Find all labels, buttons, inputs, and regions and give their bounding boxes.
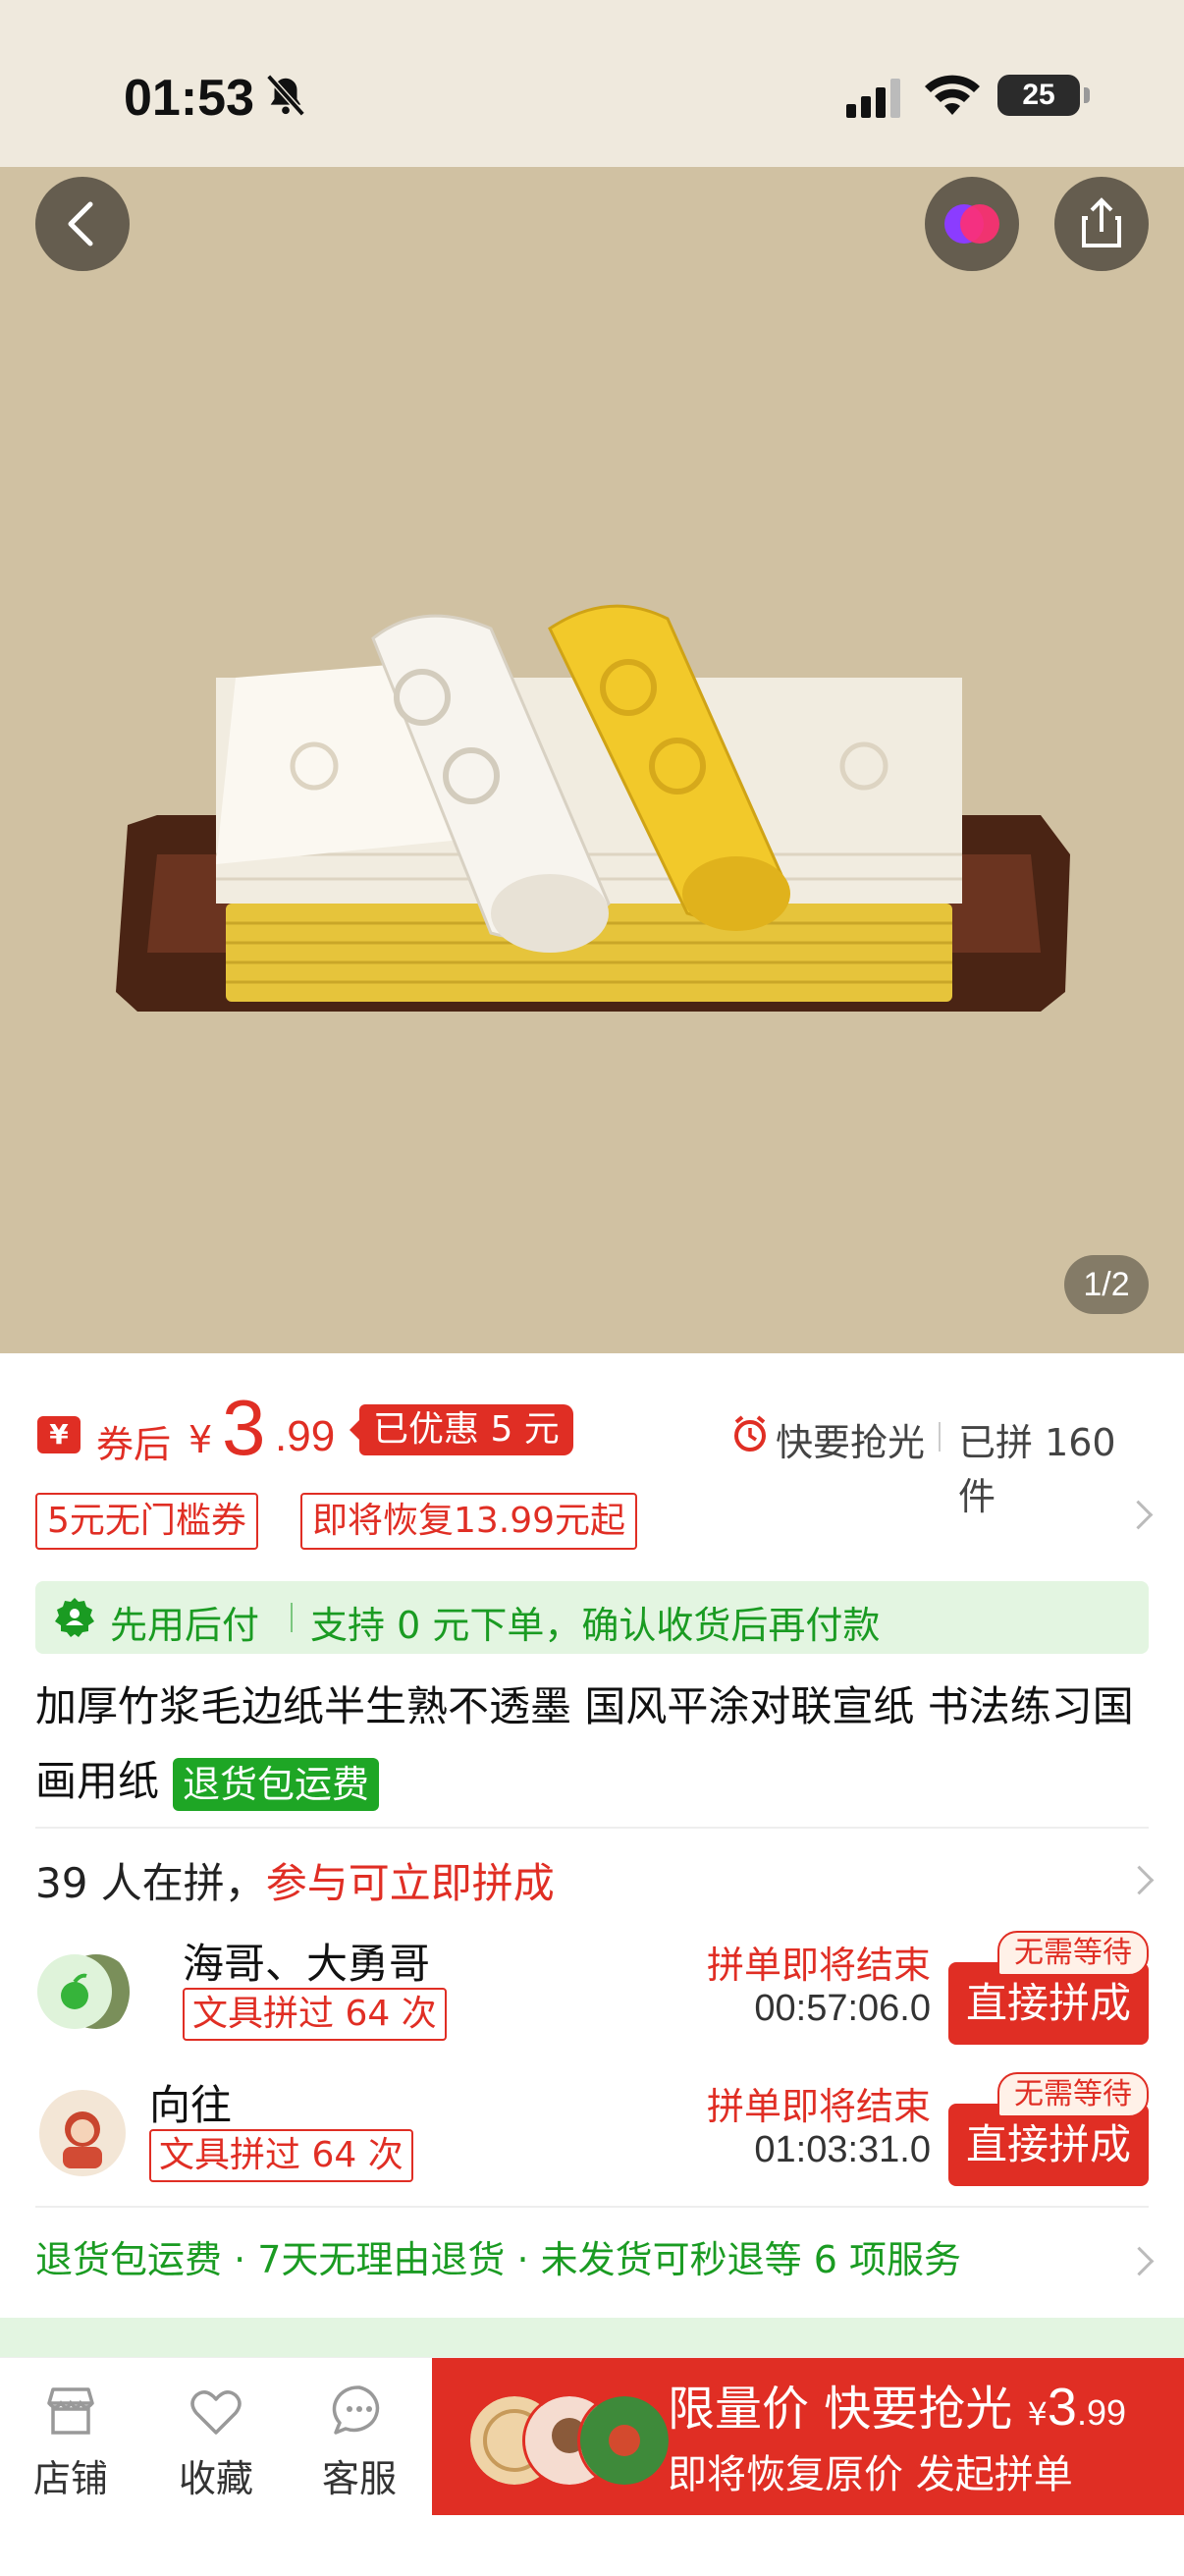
heart-icon [190,2390,242,2435]
avatar [39,2090,126,2176]
cellular-signal-icon [846,79,900,118]
customer-service-label: 客服 [321,2457,397,2500]
store-icon [47,2387,94,2435]
chat-bubble-icon [332,2385,380,2435]
avatar [577,2393,672,2488]
image-counter: 1/2 [1064,1255,1149,1314]
buy-price-integer: 3 [1047,2378,1077,2437]
group-history-tag: 文具拼过 64 次 [149,2129,413,2182]
divider [939,1422,941,1452]
no-wait-badge: 无需等待 [997,2072,1149,2117]
chevron-right-icon [1124,2246,1155,2276]
divider [35,1827,1149,1829]
store-tab[interactable]: 店铺 [12,2382,130,2502]
store-label: 店铺 [32,2457,108,2500]
pay-later-title: 先用后付 [110,1604,260,1647]
discount-badge: 已优惠 5 元 [350,1404,573,1455]
clock: 01:53 [124,70,254,127]
customer-service-tab[interactable]: 客服 [300,2382,418,2502]
battery-nub [1084,87,1090,103]
bottom-action-bar: 店铺 收藏 客服 限量价 快要抢光 ¥3.99 即将恢复原价 发起拼单 [0,2357,1184,2576]
status-bar: 01:53 25 [0,0,1184,167]
free-return-badge: 退货包运费 [173,1757,380,1811]
product-photo [116,604,1070,1012]
coupon-row[interactable]: 5元无门槛券 即将恢复13.99元起 [35,1493,1154,1552]
price-decimal: .99 [275,1412,336,1460]
pay-later-banner[interactable]: 先用后付 支持 0 元下单，确认收货后再付款 [35,1581,1149,1654]
start-group-label: 即将恢复原价 发起拼单 [668,2452,1073,2497]
buy-price-decimal: .99 [1076,2392,1126,2433]
no-wait-badge: 无需等待 [997,1931,1149,1976]
product-title: 加厚竹浆毛边纸半生熟不透墨 国风平涂对联宣纸 书法练习国画用纸 退货包运费 [35,1670,1155,1819]
promo-strip [0,2318,1184,2357]
group-row: 向往 文具拼过 64 次 拼单即将结束 01:03:31.0 直接拼成 无需等待 [35,2072,1149,2190]
group-history-tag: 文具拼过 64 次 [183,1988,447,2041]
bell-off-icon [266,74,305,117]
avatar [37,1954,130,2029]
group-ending-label: 拼单即将结束 [706,2085,931,2128]
chevron-right-icon [1123,1500,1154,1530]
hurry-text: 快要抢光 [776,1421,926,1464]
wifi-icon [925,75,980,115]
group-count: 39 人在拼， [35,1859,266,1907]
logo-icon [944,204,999,244]
group-member-names: 海哥、大勇哥 [183,1940,431,1988]
pay-later-text: 支持 0 元下单，确认收货后再付款 [310,1604,881,1647]
group-member-names: 向往 [149,2081,233,2129]
chevron-right-icon [1124,1865,1155,1895]
battery-level: 25 [1022,79,1055,111]
limited-price-buy-button[interactable]: 限量价 快要抢光 ¥3.99 即将恢复原价 发起拼单 [432,2358,1184,2515]
group-timer: 00:57:06.0 [754,1988,931,2029]
divider [35,2206,1149,2208]
divider [291,1603,293,1632]
limited-price-label: 限量价 快要抢光 ¥3.99 [668,2370,1126,2439]
price-currency: ¥ [188,1418,213,1461]
app-avatar-button[interactable] [925,177,1019,271]
share-button[interactable] [1054,177,1149,271]
service-guarantees[interactable]: 退货包运费 · 7天无理由退货 · 未发货可秒退等 6 项服务 [35,2229,961,2283]
chevron-left-icon [68,201,93,247]
group-ending-label: 拼单即将结束 [706,1944,931,1987]
restore-price-tag: 即将恢复13.99元起 [300,1493,638,1550]
battery-indicator: 25 [997,75,1090,116]
coupon-icon: ¥ [37,1416,81,1453]
group-timer: 01:03:31.0 [754,2129,931,2170]
price-integer: 3 [222,1384,266,1471]
price-row: ¥ 券后 ¥ 3 .99 已优惠 5 元 快要抢光 已拼 160 件 [35,1383,1149,1518]
favorite-label: 收藏 [178,2457,253,2500]
shield-user-icon [55,1598,94,1637]
share-icon [1082,197,1121,247]
no-threshold-coupon-tag: 5元无门槛券 [35,1493,258,1550]
group-buy-header[interactable]: 39 人在拼，参与可立即拼成 [35,1850,555,1910]
buy-price-currency: ¥ [1027,2395,1048,2433]
group-cta: 参与可立即拼成 [265,1859,555,1907]
favorite-tab[interactable]: 收藏 [157,2382,275,2502]
back-button[interactable] [35,177,130,271]
after-coupon-label: 券后 [96,1423,172,1466]
product-image-carousel[interactable]: 1/2 [0,167,1184,1353]
alarm-clock-icon [734,1415,766,1452]
limited-price-text: 限量价 快要抢光 [668,2382,1013,2437]
group-row: 海哥、大勇哥 文具拼过 64 次 拼单即将结束 00:57:06.0 直接拼成 … [35,1931,1149,2049]
